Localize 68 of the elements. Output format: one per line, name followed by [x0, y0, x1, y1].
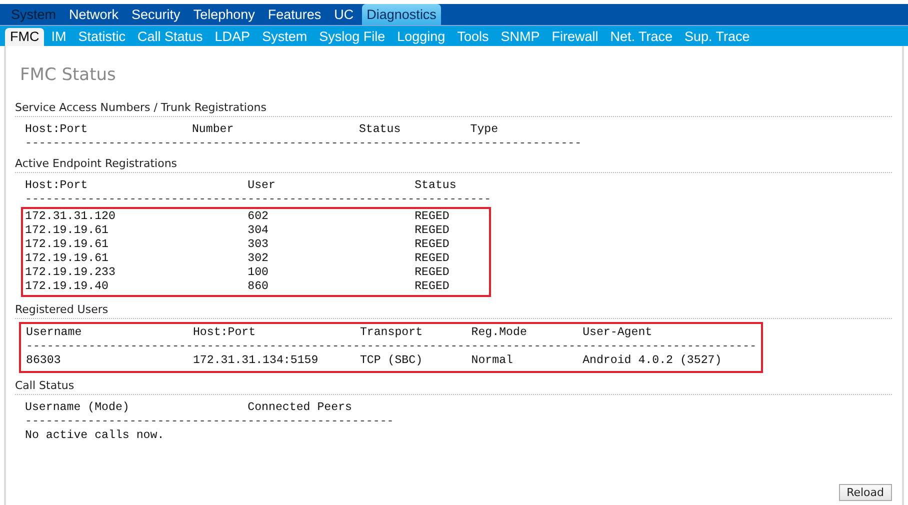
dashed-separator: -------------------------------------------------------------------------------- — [25, 137, 582, 151]
sub-tab[interactable]: SNMP — [496, 28, 545, 46]
table-cell-text: TCP (SBC) — [360, 354, 424, 368]
empty-message: No active calls now. — [25, 429, 166, 443]
menu-tab[interactable]: System — [6, 4, 62, 25]
table-cell-text: 304 — [248, 224, 270, 238]
table-cell-text: 172.31.31.134:5159 — [192, 354, 320, 368]
sub-tab[interactable]: FMC — [5, 28, 44, 46]
table-cell-text: 302 — [248, 252, 270, 266]
column-header: Status — [358, 123, 402, 137]
column-header: Host:Port — [25, 179, 89, 193]
column-header: User-Agent — [582, 326, 654, 340]
sub-tab[interactable]: LDAP — [210, 28, 256, 46]
sub-tab[interactable]: Tools — [452, 28, 494, 46]
sub-tab[interactable]: Statistic — [73, 28, 131, 46]
table-cell-text: 172.19.19.233 — [25, 266, 116, 280]
table-cell-text: REGED — [414, 266, 450, 280]
table-cell-text: 172.19.19.61 — [25, 238, 110, 252]
sub-tab[interactable]: Syslog File — [314, 28, 390, 46]
dashed-separator: ------------------------------------------------------------------- — [25, 193, 492, 207]
column-header: Connected Peers — [248, 401, 353, 415]
menu-tab[interactable]: Security — [126, 4, 186, 25]
section-heading: Registered Users — [15, 303, 892, 319]
column-header: Type — [470, 123, 500, 137]
column-header: User — [248, 179, 276, 193]
table-cell-text: 172.19.19.61 — [25, 252, 110, 266]
column-header: Host:Port — [192, 326, 257, 340]
table-cell-text: 86303 — [26, 354, 62, 368]
table-cell-text: 602 — [248, 210, 270, 224]
table-cell-text: REGED — [414, 252, 450, 266]
section-heading: Call Status — [15, 379, 892, 395]
table-cell-text: 100 — [248, 266, 270, 280]
column-header: Transport — [360, 326, 424, 340]
table-cell-text: 303 — [248, 238, 270, 252]
sub-tab[interactable]: Logging — [392, 28, 450, 46]
section-heading: Service Access Numbers / Trunk Registrations — [15, 101, 892, 117]
table-cell-text: Normal — [471, 354, 514, 368]
page-title: FMC Status — [19, 64, 117, 87]
table-cell-text: Android 4.0.2 (3527) — [582, 354, 723, 368]
table-cell-text: 860 — [248, 280, 270, 294]
menu-tab[interactable]: Network — [64, 4, 124, 25]
column-header: Username — [26, 326, 83, 340]
sub-tab[interactable]: Sup. Trace — [680, 28, 755, 46]
sub-tab[interactable]: Net. Trace — [605, 28, 678, 46]
table-cell-text: REGED — [414, 280, 450, 294]
column-header: Number — [192, 123, 235, 137]
section-heading: Active Endpoint Registrations — [15, 157, 892, 173]
column-header: Host:Port — [25, 123, 89, 137]
sub-tab[interactable]: IM — [46, 28, 72, 46]
sub-tab[interactable]: Firewall — [546, 28, 604, 46]
sub-tab[interactable]: System — [257, 28, 312, 46]
reload-button[interactable]: Reload — [838, 484, 892, 501]
column-header: Reg.Mode — [471, 326, 528, 340]
menu-tab[interactable]: Telephony — [188, 4, 260, 25]
column-header: Status — [414, 179, 458, 193]
column-header: Username (Mode) — [25, 401, 130, 415]
menu-tab[interactable]: UC — [329, 4, 359, 25]
table-cell-text: REGED — [414, 238, 450, 252]
menu-tab[interactable]: Features — [262, 4, 326, 25]
table-cell-text: 172.31.31.120 — [25, 210, 116, 224]
table-cell-text: 172.19.19.61 — [25, 224, 110, 238]
sub-tab[interactable]: Call Status — [132, 28, 208, 46]
table-cell-text: REGED — [414, 224, 450, 238]
menu-tab[interactable]: Diagnostics — [362, 4, 442, 25]
dashed-separator: ----------------------------------------------------- — [25, 415, 394, 429]
dashed-separator: --------------------------------------------------------------------------------------------------------- — [26, 340, 757, 354]
table-cell-text: 172.19.19.40 — [25, 280, 110, 294]
table-cell-text: REGED — [414, 210, 450, 224]
